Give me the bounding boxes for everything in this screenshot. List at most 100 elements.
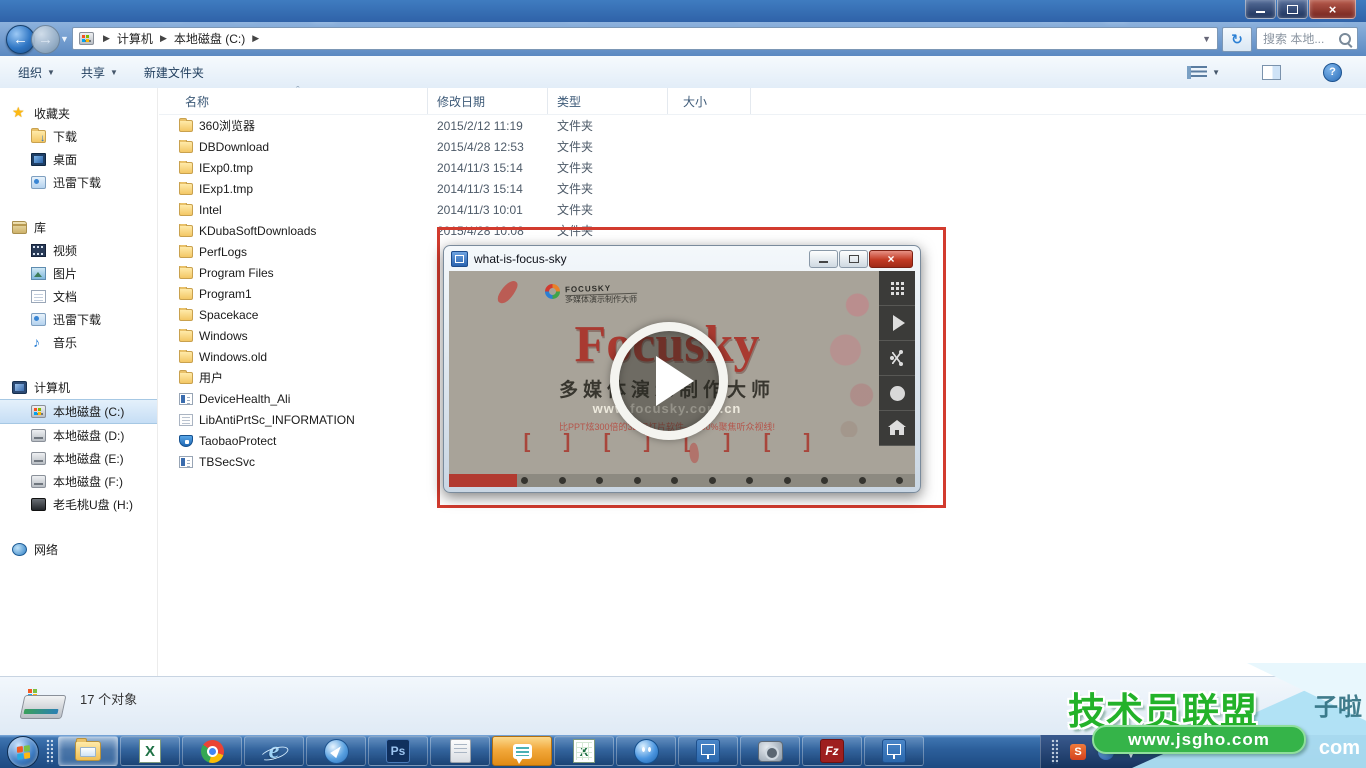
sidebar-item[interactable]: 库 <box>0 216 157 239</box>
refresh-button[interactable]: ↻ <box>1222 27 1252 52</box>
taskbar-button[interactable]: Ps <box>368 736 428 766</box>
taskbar-button[interactable] <box>430 736 490 766</box>
maximize-button[interactable] <box>1277 0 1308 19</box>
player-maximize-button[interactable] <box>839 250 868 268</box>
player-titlebar[interactable]: what-is-focus-sky × <box>444 246 920 271</box>
close-button[interactable]: × <box>1309 0 1356 19</box>
sidebar-item[interactable]: 网络 <box>0 538 157 561</box>
breadcrumb-arrow-icon: ▶ <box>252 33 259 44</box>
column-header-date[interactable]: 修改日期 <box>428 88 548 114</box>
side-toolbar-button[interactable] <box>879 376 915 411</box>
taskbar-button[interactable] <box>492 736 552 766</box>
file-type-icon <box>179 330 193 342</box>
taskbar-button[interactable] <box>740 736 800 766</box>
tray-help-icon[interactable]: ? <box>1098 744 1114 760</box>
taskbar-button[interactable] <box>864 736 924 766</box>
sidebar-item[interactable]: 下载 <box>0 125 157 148</box>
progress-bar[interactable] <box>449 474 915 487</box>
progress-dot[interactable] <box>596 477 603 484</box>
sidebar-item[interactable]: 桌面 <box>0 148 157 171</box>
sidebar-item-label: 音乐 <box>53 334 77 351</box>
play-button[interactable] <box>610 322 728 440</box>
progress-dot[interactable] <box>746 477 753 484</box>
side-toolbar-button[interactable] <box>879 271 915 306</box>
sidebar-item[interactable]: 图片 <box>0 262 157 285</box>
refresh-icon: ↻ <box>1231 31 1243 48</box>
address-dropdown-icon[interactable]: ▼ <box>1202 34 1211 44</box>
progress-dot[interactable] <box>559 477 566 484</box>
progress-dot[interactable] <box>784 477 791 484</box>
tray-grip[interactable] <box>1051 739 1058 764</box>
help-button[interactable]: ? <box>1313 59 1352 86</box>
taskbar-button[interactable]: X <box>120 736 180 766</box>
progress-dot[interactable] <box>521 477 528 484</box>
progress-dot[interactable] <box>671 477 678 484</box>
sidebar-item-label: 下载 <box>53 128 77 145</box>
sidebar-item[interactable]: 本地磁盘 (E:) <box>0 447 157 470</box>
table-row[interactable]: Intel 2014/11/3 10:01 文件夹 <box>159 199 1366 220</box>
forward-button[interactable]: → <box>31 25 60 54</box>
table-row[interactable]: IExp1.tmp 2014/11/3 15:14 文件夹 <box>159 178 1366 199</box>
tray-restore-group[interactable]: ▼ <box>1126 743 1136 760</box>
sidebar-item[interactable]: 音乐 <box>0 331 157 354</box>
history-dropdown-icon[interactable]: ▼ <box>60 34 69 44</box>
sidebar-item-label: 计算机 <box>34 379 70 396</box>
sidebar-item[interactable]: 迅雷下载 <box>0 308 157 331</box>
side-toolbar-button[interactable] <box>879 306 915 341</box>
sidebar-item[interactable]: 收藏夹 <box>0 102 157 125</box>
taskbar-button[interactable] <box>306 736 366 766</box>
table-row[interactable]: DBDownload 2015/4/28 12:53 文件夹 <box>159 136 1366 157</box>
progress-dot[interactable] <box>821 477 828 484</box>
progress-fill <box>449 474 517 487</box>
views-icon <box>1187 66 1207 79</box>
views-button[interactable]: ▼ <box>1177 62 1230 83</box>
sidebar-item[interactable]: 老毛桃U盘 (H:) <box>0 493 157 516</box>
taskbar-button[interactable]: X <box>554 736 614 766</box>
taskbar-button[interactable] <box>58 736 118 766</box>
progress-dot[interactable] <box>896 477 903 484</box>
new-folder-button[interactable]: 新建文件夹 <box>134 60 214 85</box>
sidebar-item-icon <box>12 381 27 394</box>
breadcrumb-computer[interactable]: 计算机 <box>117 30 153 47</box>
preview-pane-button[interactable] <box>1252 61 1291 84</box>
column-header-size[interactable]: 大小 <box>668 88 751 114</box>
progress-dot[interactable] <box>709 477 716 484</box>
file-date: 2015/4/28 12:53 <box>428 140 548 154</box>
breadcrumb-local-disk-c[interactable]: 本地磁盘 (C:) <box>174 30 245 47</box>
start-button[interactable] <box>7 736 39 768</box>
sidebar-item[interactable]: 视频 <box>0 239 157 262</box>
column-header-type[interactable]: 类型 <box>548 88 668 114</box>
sidebar-item[interactable]: 本地磁盘 (F:) <box>0 470 157 493</box>
search-input[interactable]: 搜索 本地... <box>1256 27 1358 50</box>
taskbar-button[interactable] <box>678 736 738 766</box>
sogou-input-icon[interactable]: S <box>1070 744 1086 760</box>
player-minimize-button[interactable] <box>809 250 838 268</box>
sidebar-item-icon <box>31 405 46 418</box>
table-row[interactable]: IExp0.tmp 2014/11/3 15:14 文件夹 <box>159 157 1366 178</box>
sidebar-item[interactable]: 迅雷下载 <box>0 171 157 194</box>
file-type: 文件夹 <box>548 180 668 197</box>
side-toolbar-button[interactable] <box>879 341 915 376</box>
file-name: IExp0.tmp <box>199 161 253 175</box>
sidebar-item[interactable]: 本地磁盘 (D:) <box>0 424 157 447</box>
taskbar-button[interactable] <box>182 736 242 766</box>
minimize-button[interactable] <box>1245 0 1276 19</box>
organize-button[interactable]: 组织▼ <box>8 60 65 85</box>
windows-logo-icon <box>16 745 29 760</box>
taskbar-button[interactable]: Fz <box>802 736 862 766</box>
address-bar[interactable]: ▶ 计算机 ▶ 本地磁盘 (C:) ▶ ▼ <box>72 27 1218 50</box>
sidebar-item[interactable]: 文档 <box>0 285 157 308</box>
player-close-button[interactable]: × <box>869 250 913 268</box>
progress-dot[interactable] <box>634 477 641 484</box>
side-toolbar-button[interactable] <box>879 411 915 446</box>
share-button[interactable]: 共享▼ <box>71 60 128 85</box>
sidebar-item[interactable]: 计算机 <box>0 376 157 399</box>
taskbar-grip[interactable] <box>46 739 53 764</box>
taskbar-button[interactable]: e <box>244 736 304 766</box>
sidebar-item[interactable]: 本地磁盘 (C:) <box>0 399 157 424</box>
file-type-icon <box>179 351 193 363</box>
progress-dot[interactable] <box>859 477 866 484</box>
table-row[interactable]: 360浏览器 2015/2/12 11:19 文件夹 <box>159 115 1366 136</box>
column-header-name[interactable]: 名称 <box>159 88 428 114</box>
taskbar-button[interactable] <box>616 736 676 766</box>
